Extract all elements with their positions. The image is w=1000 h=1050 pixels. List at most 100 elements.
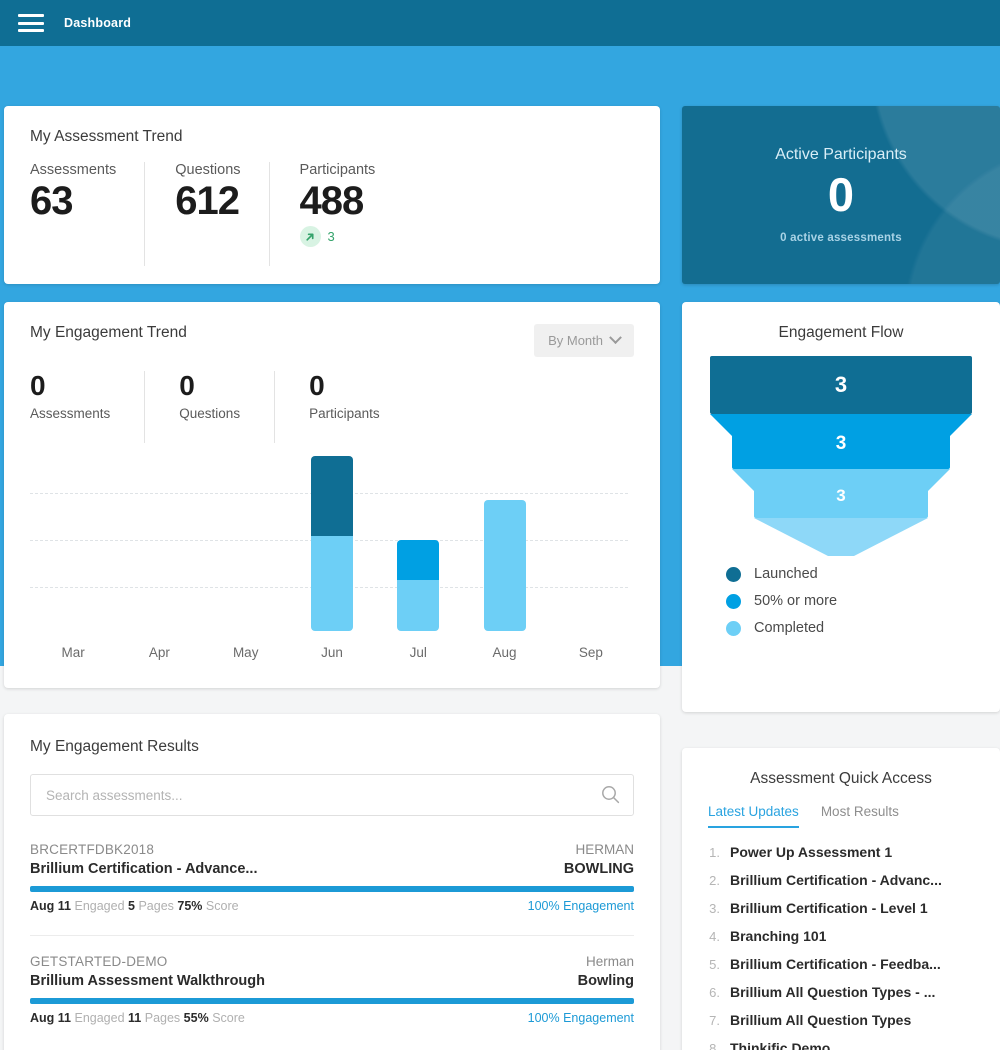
bar-group: [116, 449, 202, 631]
list-item[interactable]: 4. Branching 101: [704, 928, 978, 944]
legend-label-completed: Completed: [754, 620, 825, 636]
assessment-trend-stats: Assessments 63 Questions 612 Participant…: [30, 162, 634, 266]
page-title: Dashboard: [64, 16, 132, 30]
x-axis-tick: Aug: [492, 645, 517, 660]
x-axis-tick: Apr: [148, 645, 170, 660]
tab-latest-updates[interactable]: Latest Updates: [708, 804, 799, 828]
list-item-label[interactable]: Brillium All Question Types - ...: [730, 984, 935, 1000]
engagement-flow-title: Engagement Flow: [778, 324, 904, 341]
mini-stat-questions-value: 0: [179, 370, 195, 401]
trend-row: My Engagement Trend By Month 0 Assessmen…: [0, 302, 1000, 712]
list-item-number: 2.: [709, 873, 720, 888]
result-progress-bar: [30, 886, 634, 892]
mini-stat-participants: 0 Participants: [274, 370, 414, 443]
legend-label-launched: Launched: [754, 566, 818, 582]
stat-questions: Questions 612: [144, 162, 268, 266]
list-item[interactable]: 3. Brillium Certification - Level 1: [704, 900, 978, 916]
list-item-label[interactable]: Brillium All Question Types: [730, 1012, 911, 1028]
list-item[interactable]: 6. Brillium All Question Types - ...: [704, 984, 978, 1000]
search-box: [30, 774, 634, 816]
list-item[interactable]: 5. Brillium Certification - Feedba...: [704, 956, 978, 972]
tab-most-results[interactable]: Most Results: [821, 804, 899, 828]
stat-participants-label: Participants: [299, 162, 376, 178]
search-icon[interactable]: [601, 785, 620, 809]
list-item-label[interactable]: Thinkific Demo: [730, 1040, 830, 1050]
list-item-number: 7.: [709, 1013, 720, 1028]
bar-segment: [310, 536, 353, 631]
result-name[interactable]: Brillium Certification - Advance...: [30, 861, 257, 877]
results-list: BRCERTFDBK2018 HERMAN Brillium Certificati…: [30, 842, 634, 1025]
list-item-label[interactable]: Power Up Assessment 1: [730, 844, 892, 860]
mini-stat-assessments-value: 0: [30, 370, 46, 401]
stat-participants: Participants 488 3: [268, 162, 404, 266]
bar-segment: [310, 456, 353, 537]
list-item[interactable]: 7. Brillium All Question Types: [704, 1012, 978, 1028]
bar-group: [375, 449, 461, 631]
mini-stat-questions-label: Questions: [179, 405, 241, 421]
chart-x-axis: Mar Apr May Jun Jul Aug Sep: [30, 645, 634, 660]
list-item-label[interactable]: Brillium Certification - Level 1: [730, 900, 928, 916]
list-item-label[interactable]: Brillium Certification - Feedba...: [730, 956, 941, 972]
hamburger-icon[interactable]: [18, 14, 44, 32]
period-selector[interactable]: By Month: [534, 324, 634, 357]
quick-access-title: Assessment Quick Access: [750, 770, 932, 787]
list-item-label[interactable]: Branching 101: [730, 928, 826, 944]
legend-dot-completed: [726, 620, 741, 636]
funnel-stage-half: 3: [732, 419, 950, 469]
x-axis-tick: Jul: [409, 645, 427, 660]
bar-group: [203, 449, 289, 631]
bar[interactable]: [483, 499, 526, 631]
bar[interactable]: [310, 456, 353, 631]
result-participant-first: HERMAN: [575, 842, 634, 857]
list-item[interactable]: 2. Brillium Certification - Advanc...: [704, 872, 978, 888]
funnel-chart: 3 3 3: [704, 356, 978, 556]
engagement-results-title: My Engagement Results: [30, 738, 199, 755]
engagement-results-card: My Engagement Results BRCERTFDBK2018 HERM…: [4, 714, 660, 1050]
engagement-flow-card: Engagement Flow 3 3 3 Launched 50% or mo…: [682, 302, 1000, 712]
funnel-stage-launched: 3: [710, 356, 972, 414]
bar[interactable]: [397, 540, 440, 631]
active-participants-title: Active Participants: [775, 146, 907, 164]
result-code: GETSTARTED-DEMO: [30, 954, 168, 969]
legend-label-half: 50% or more: [754, 593, 838, 609]
result-row[interactable]: BRCERTFDBK2018 HERMAN Brillium Certificati…: [30, 842, 634, 913]
quick-access-tabs: Latest Updates Most Results: [704, 804, 978, 828]
list-item-number: 5.: [709, 957, 720, 972]
bar-segment: [483, 499, 526, 631]
assessment-trend-card: My Assessment Trend Assessments 63 Quest…: [4, 106, 660, 284]
assessment-trend-title: My Assessment Trend: [30, 128, 183, 145]
list-item-number: 3.: [709, 901, 720, 916]
funnel-stage-launched-value: 3: [834, 372, 848, 397]
bar-segment: [397, 540, 440, 581]
active-participants-card: Active Participants 0 0 active assessmen…: [682, 106, 1000, 284]
search-input[interactable]: [30, 774, 634, 816]
funnel-legend: Launched 50% or more Completed: [704, 566, 978, 636]
result-row[interactable]: GETSTARTED-DEMO Herman Brillium Assessment…: [30, 935, 634, 1025]
bar-group: [30, 449, 116, 631]
bar-group: [548, 449, 634, 631]
result-meta: Aug 11 Engaged 11 Pages 55% Score: [30, 1011, 245, 1025]
stat-assessments: Assessments 63: [30, 162, 144, 266]
list-item[interactable]: 8. Thinkific Demo: [704, 1040, 978, 1050]
funnel-stage-completed-value: 3: [836, 486, 846, 505]
bar-group: [289, 449, 375, 631]
mini-stat-assessments: 0 Assessments: [30, 370, 144, 443]
funnel-stage-completed: 3: [754, 474, 928, 518]
result-participant-last: BOWLING: [563, 861, 634, 877]
quick-access-list: 1. Power Up Assessment 1 2. Brillium Certif…: [704, 844, 978, 1050]
result-name[interactable]: Brillium Assessment Walkthrough: [30, 973, 265, 989]
list-item[interactable]: 1. Power Up Assessment 1: [704, 844, 978, 860]
active-participants-value: 0: [827, 168, 855, 222]
legend-dot-half: [726, 593, 741, 609]
bar-group: [461, 449, 547, 631]
list-item-label[interactable]: Brillium Certification - Advanc...: [730, 872, 942, 888]
funnel-stage-half-value: 3: [835, 433, 847, 454]
x-axis-tick: Mar: [61, 645, 85, 660]
list-item-number: 6.: [709, 985, 720, 1000]
results-row: My Engagement Results BRCERTFDBK2018 HERM…: [0, 714, 1000, 1050]
result-progress-bar: [30, 998, 634, 1004]
engagement-trend-title: My Engagement Trend: [30, 324, 187, 341]
stat-assessments-value: 63: [30, 179, 74, 223]
stat-assessments-label: Assessments: [30, 162, 117, 178]
stat-participants-value: 488: [299, 179, 365, 223]
